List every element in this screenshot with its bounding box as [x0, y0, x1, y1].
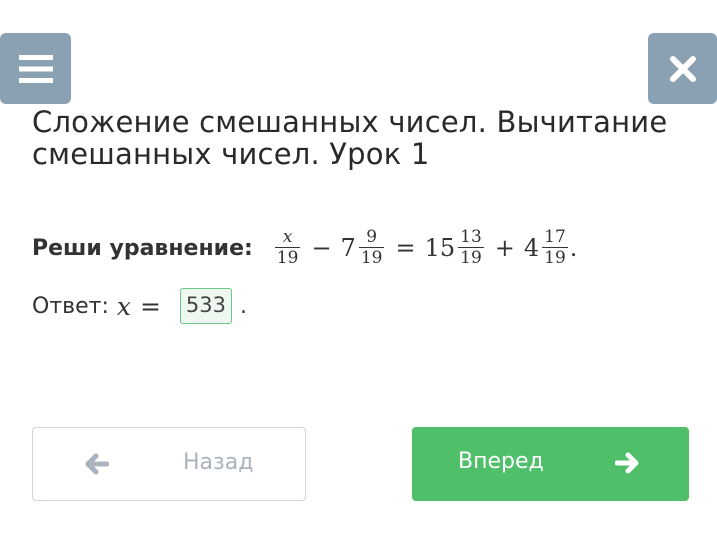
- answer-period: .: [239, 293, 247, 319]
- plus-operator: +: [494, 234, 515, 262]
- fraction-numerator: 9: [366, 227, 378, 247]
- next-button-label: Вперед: [458, 449, 544, 474]
- task-row: Реши уравнение: x 19 − 7 9 19 = 15 13 19…: [32, 222, 577, 274]
- fraction-13-over-19: 13 19: [458, 228, 484, 268]
- mixed-whole-part: 7: [340, 234, 356, 262]
- fraction-denominator: 19: [542, 247, 568, 268]
- fraction-numerator: 17: [544, 227, 566, 247]
- back-button-label: Назад: [183, 450, 254, 475]
- menu-button[interactable]: [0, 33, 71, 104]
- equals-operator: =: [395, 234, 416, 262]
- lesson-title: Сложение смешанных чисел. Вычитание смеш…: [32, 105, 668, 171]
- hamburger-menu-icon: [18, 54, 53, 83]
- mixed-whole-part: 15: [424, 234, 456, 262]
- answer-row: Ответ: x = 533 .: [32, 286, 247, 326]
- minus-operator: −: [311, 234, 332, 262]
- equation: x 19 − 7 9 19 = 15 13 19 + 4 17 19 .: [273, 227, 578, 268]
- fraction-denominator: 19: [274, 247, 301, 268]
- equals-operator: =: [139, 291, 161, 321]
- answer-input[interactable]: 533: [179, 288, 232, 324]
- arrow-left-icon: [85, 453, 109, 475]
- next-button[interactable]: Вперед: [412, 427, 689, 501]
- fraction-numerator: 13: [460, 227, 482, 247]
- fraction-denominator: 19: [458, 247, 484, 268]
- fraction-denominator: 19: [358, 247, 385, 268]
- back-button[interactable]: Назад: [32, 427, 306, 501]
- answer-label: Ответ:: [32, 293, 109, 319]
- fraction-9-over-19: 9 19: [358, 227, 385, 268]
- arrow-right-icon: [615, 452, 639, 474]
- answer-variable: x: [116, 291, 131, 321]
- fraction-numerator: x: [282, 227, 293, 247]
- mixed-whole-part: 4: [523, 234, 540, 262]
- close-icon: [669, 55, 696, 82]
- close-button[interactable]: [648, 33, 717, 104]
- task-label: Реши уравнение:: [32, 235, 253, 261]
- fraction-x-over-19: x 19: [274, 227, 301, 268]
- equation-period: .: [569, 234, 578, 262]
- answer-expression: x =: [117, 292, 170, 321]
- fraction-17-over-19: 17 19: [542, 228, 568, 268]
